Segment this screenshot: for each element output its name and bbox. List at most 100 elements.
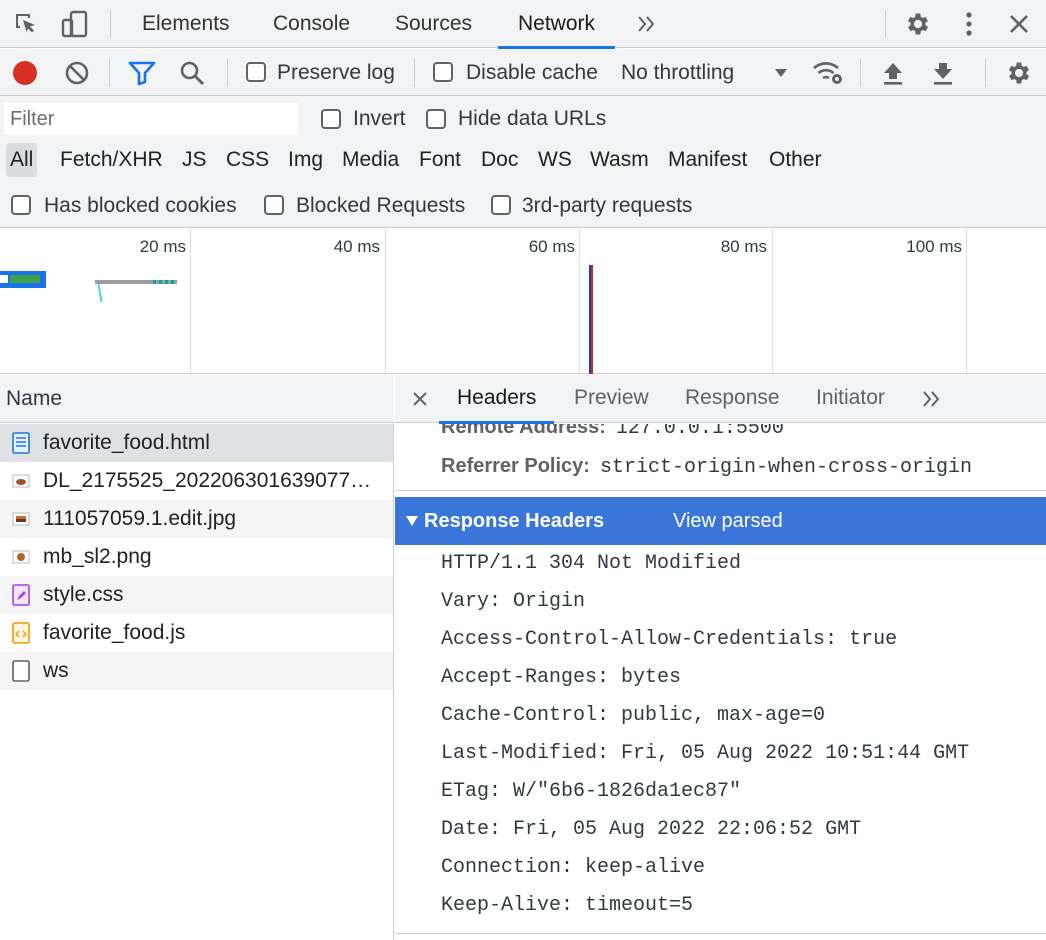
request-row-html[interactable]: favorite_food.html [0,424,393,462]
response-headers-title: Response Headers [424,510,605,532]
timeline-tick: 60 ms [528,237,575,256]
request-row-js[interactable]: favorite_food.js [0,614,393,652]
clear-icon[interactable] [63,59,91,87]
blocked-requests-label: Blocked Requests [296,194,466,217]
throttling-select[interactable]: No throttling [621,49,734,96]
type-filter-all[interactable]: All [6,143,38,177]
type-filter-font[interactable]: Font [419,143,461,177]
response-header-line: HTTP/1.1 304 Not Modified [441,552,742,575]
type-filter-other[interactable]: Other [769,143,822,177]
request-name: 111057059.1.edit.jpg [43,507,237,530]
tab-preview[interactable]: Preview [574,375,649,423]
script-file-icon [12,622,30,644]
type-filter-css[interactable]: CSS [226,143,269,177]
response-headers-section-header[interactable]: Response Headers View parsed [395,497,1046,545]
close-devtools-icon[interactable] [1005,10,1033,38]
tab-initiator[interactable]: Initiator [816,375,885,423]
request-name: style.css [43,583,124,606]
response-header-line: Connection: keep-alive [441,856,706,879]
type-filter-img[interactable]: Img [288,143,323,177]
request-name: favorite_food.html [43,431,210,454]
response-header-line: Last-Modified: Fri, 05 Aug 2022 10:51:44… [441,742,970,765]
response-header-line: Vary: Origin [441,590,586,613]
response-header-line: Cache-Control: public, max-age=0 [441,704,826,727]
detail-tab-bar: Headers Preview Response Initiator [395,375,1046,424]
type-filter-fetch-xhr[interactable]: Fetch/XHR [60,143,163,177]
network-conditions-wifi-icon[interactable] [810,57,846,89]
hide-data-urls-label: Hide data URLs [458,107,607,130]
document-file-icon [12,432,30,454]
request-row-img[interactable]: DL_2175525_202206301639077… [0,462,393,500]
timeline-tick: 20 ms [139,237,186,256]
response-header-line: Date: Fri, 05 Aug 2022 22:06:52 GMT [441,818,862,841]
preserve-log-checkbox[interactable] [246,62,266,82]
referrer-policy-value: strict-origin-when-cross-origin [599,456,973,479]
type-filter-wasm[interactable]: Wasm [590,143,649,177]
image-file-icon [12,508,30,530]
type-filter-ws[interactable]: WS [538,143,572,177]
filter-input[interactable] [4,103,298,135]
blocked-requests-checkbox[interactable] [264,195,284,215]
response-header-line: Keep-Alive: timeout=5 [441,894,694,917]
device-toolbar-icon[interactable] [60,9,90,39]
export-har-download-icon[interactable] [929,59,957,87]
timeline-bar-resources [95,280,153,284]
search-icon[interactable] [178,59,206,87]
timeline-bar-ws [97,284,103,302]
invert-label: Invert [353,107,406,130]
network-toolbar: Preserve log Disable cache No throttling [0,49,1046,96]
timeline-load-marker [591,265,593,374]
dropdown-arrow-icon[interactable] [770,61,792,85]
third-party-requests-label: 3rd-party requests [522,194,693,217]
tab-network[interactable]: Network [497,0,616,49]
close-details-icon[interactable] [409,388,431,410]
overview-timeline[interactable]: 20 ms 40 ms 60 ms 80 ms 100 ms [0,229,1046,374]
has-blocked-cookies-checkbox[interactable] [11,195,31,215]
hide-data-urls-checkbox[interactable] [426,109,446,129]
type-filter-manifest[interactable]: Manifest [668,143,747,177]
type-filter-media[interactable]: Media [342,143,399,177]
remote-address-label: Remote Address: [441,424,606,438]
timeline-tick: 80 ms [720,237,767,256]
inspect-element-icon[interactable] [12,10,40,38]
disable-cache-checkbox[interactable] [433,62,453,82]
request-name: ws [43,659,69,682]
invert-checkbox[interactable] [321,109,341,129]
request-row-other[interactable]: ws [0,652,393,690]
timeline-bar-document [0,271,46,288]
headers-scroll-area[interactable]: Remote Address: 127.0.0.1:5500 Referrer P… [395,424,1046,940]
remote-address-value: 127.0.0.1:5500 [615,424,784,440]
preserve-log-label: Preserve log [277,61,395,84]
filter-funnel-icon[interactable] [128,59,156,87]
more-tabs-chevron-icon[interactable] [632,10,660,38]
referrer-policy-row: Referrer Policy: strict-origin-when-cross… [441,455,972,479]
response-header-line: Access-Control-Allow-Credentials: true [441,628,898,651]
request-name: DL_2175525_202206301639077… [43,469,372,492]
response-header-line: Accept-Ranges: bytes [441,666,682,689]
network-settings-gear-icon[interactable] [1004,58,1034,88]
tab-console[interactable]: Console [273,0,350,48]
tab-headers[interactable]: Headers [438,375,555,424]
third-party-requests-checkbox[interactable] [491,195,511,215]
more-detail-tabs-chevron-icon[interactable] [919,388,943,410]
import-har-upload-icon[interactable] [879,59,907,87]
timeline-bar-resources-tail [153,280,177,284]
image-file-icon [12,470,30,492]
filter-bar: Invert Hide data URLs All Fetch/XHR JS C… [0,96,1046,228]
record-icon[interactable] [11,59,39,87]
more-options-icon[interactable] [958,9,980,39]
type-filter-js[interactable]: JS [182,143,207,177]
request-row-img[interactable]: 111057059.1.edit.jpg [0,500,393,538]
name-column-header[interactable]: Name [0,375,394,423]
request-row-css[interactable]: style.css [0,576,393,614]
tab-response[interactable]: Response [685,375,780,423]
settings-gear-icon[interactable] [903,9,933,39]
type-filter-doc[interactable]: Doc [481,143,518,177]
tab-elements[interactable]: Elements [142,0,230,48]
devtools-tab-bar: Elements Console Sources Network [0,0,1046,49]
request-list: Name favorite_food.html DL_2175525_20220… [0,375,394,940]
view-parsed-link[interactable]: View parsed [673,497,783,545]
request-row-img[interactable]: mb_sl2.png [0,538,393,576]
disable-cache-label: Disable cache [466,61,598,84]
tab-sources[interactable]: Sources [395,0,472,48]
